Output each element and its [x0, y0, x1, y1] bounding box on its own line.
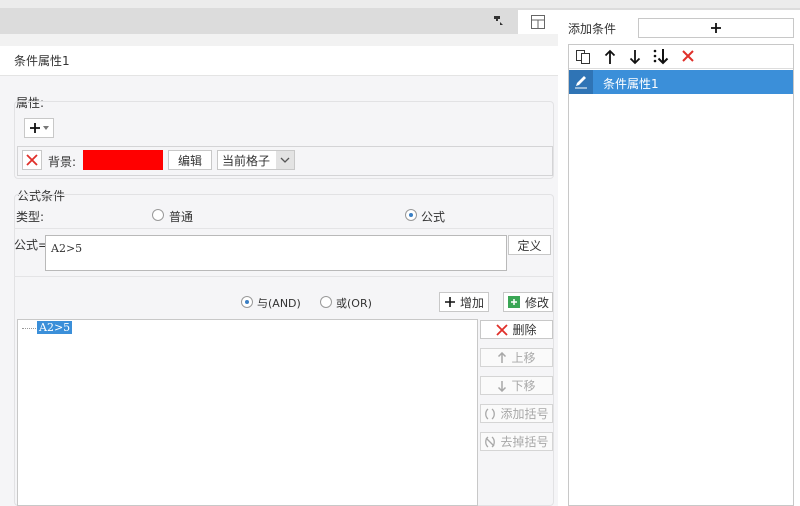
- copy-icon[interactable]: [575, 49, 591, 65]
- chevron-down-icon: [276, 151, 294, 169]
- plus-icon: [711, 23, 721, 33]
- condition-list-panel: [568, 44, 794, 506]
- move-up-label: 上移: [511, 351, 536, 365]
- left-header-shadow: [0, 34, 558, 46]
- logic-and-label: 与(AND): [257, 297, 301, 310]
- apply-scope-value: 当前格子: [222, 153, 271, 168]
- condition-list-item[interactable]: 条件属性1: [569, 70, 793, 94]
- delete-condition-label: 删除: [512, 323, 537, 337]
- add-bracket-label: 添加括号: [500, 407, 549, 421]
- move-down-icon[interactable]: [628, 49, 642, 65]
- arrow-up-icon: [498, 351, 507, 363]
- add-bracket-button[interactable]: 添加括号: [480, 404, 553, 423]
- add-condition-button[interactable]: [638, 18, 794, 38]
- cell-toolbar: [0, 8, 518, 34]
- type-normal-radio[interactable]: [152, 209, 164, 221]
- formula-label: 公式=: [14, 238, 49, 252]
- formula-input[interactable]: A2>5: [45, 235, 507, 271]
- logic-or-label: 或(OR): [336, 297, 372, 310]
- editor-title: 条件属性1: [14, 54, 70, 68]
- freeze-pane-icon[interactable]: [530, 14, 546, 30]
- type-normal-label: 普通: [169, 210, 194, 224]
- define-button[interactable]: 定义: [508, 235, 551, 255]
- move-down-button[interactable]: 下移: [480, 376, 553, 395]
- close-icon: [496, 323, 509, 336]
- plus-icon: [444, 297, 455, 307]
- add-condition-item-button[interactable]: 增加: [439, 292, 489, 312]
- move-bottom-icon[interactable]: [652, 48, 670, 66]
- add-attribute-dropdown[interactable]: [24, 118, 54, 138]
- formula-divider: [14, 276, 554, 277]
- add-condition-item-label: 增加: [459, 295, 484, 310]
- apply-scope-select[interactable]: 当前格子: [217, 150, 295, 170]
- remove-brackets-icon: [485, 436, 496, 447]
- plus-icon: [30, 123, 40, 133]
- remove-bracket-label: 去掉括号: [500, 435, 549, 449]
- arrow-down-icon: [498, 380, 507, 392]
- edit-background-button[interactable]: 编辑: [168, 150, 212, 170]
- tree-connector: [22, 328, 36, 329]
- move-down-label: 下移: [511, 379, 536, 393]
- logic-and-radio[interactable]: [241, 296, 253, 308]
- type-formula-label: 公式: [421, 210, 446, 224]
- caret-down-icon: [43, 126, 49, 130]
- type-formula-radio[interactable]: [405, 209, 417, 221]
- background-label: 背景:: [48, 155, 77, 169]
- background-color-swatch[interactable]: [83, 150, 163, 170]
- modify-condition-label: 修改: [524, 295, 549, 310]
- right-top-strip: [518, 8, 800, 10]
- top-strip: [0, 0, 800, 8]
- edit-pencil-icon: [569, 70, 593, 94]
- formula-input-value: A2>5: [51, 242, 83, 255]
- close-icon: [26, 154, 38, 166]
- modify-condition-button[interactable]: 修改: [503, 292, 553, 312]
- move-up-icon[interactable]: [603, 49, 617, 65]
- type-row-divider: [14, 228, 554, 229]
- brackets-icon: [485, 408, 496, 419]
- modify-icon: [507, 296, 520, 308]
- move-up-button[interactable]: 上移: [480, 348, 553, 367]
- remove-background-button[interactable]: [22, 150, 42, 170]
- condition-list-item-label: 条件属性1: [603, 77, 659, 91]
- delete-icon[interactable]: [681, 49, 695, 63]
- logic-or-radio[interactable]: [320, 296, 332, 308]
- type-label: 类型:: [16, 210, 45, 224]
- format-brush-icon[interactable]: [492, 14, 506, 28]
- add-condition-label: 添加条件: [568, 22, 617, 36]
- tree-item[interactable]: A2>5: [37, 321, 73, 334]
- remove-bracket-button[interactable]: 去掉括号: [480, 432, 553, 451]
- delete-condition-button[interactable]: 删除: [480, 320, 553, 339]
- condition-tree[interactable]: A2>5: [17, 319, 478, 506]
